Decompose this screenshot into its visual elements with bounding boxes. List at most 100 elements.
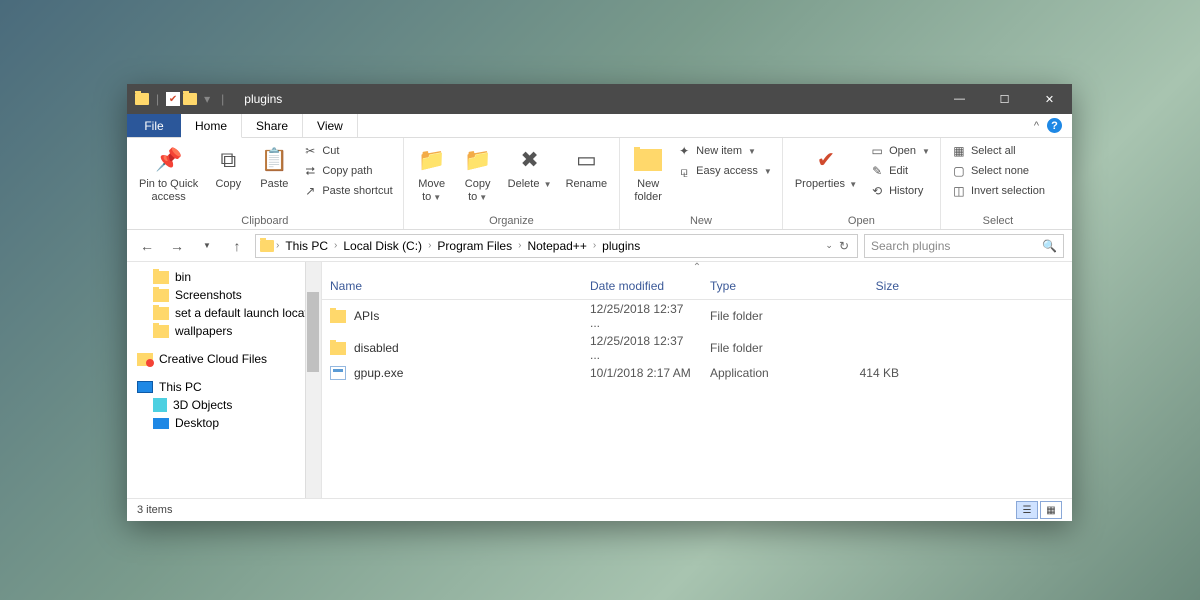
paste-button[interactable]: 📋Paste [254, 142, 294, 193]
column-header-size[interactable]: Size [817, 277, 907, 295]
newfolder-icon [632, 144, 664, 176]
rename-button[interactable]: ▭Rename [562, 142, 612, 193]
details-view-button[interactable]: ☰ [1016, 501, 1038, 519]
column-header-name[interactable]: Name [322, 277, 582, 295]
thumbnails-view-button[interactable]: ▦ [1040, 501, 1062, 519]
separator: | [221, 92, 224, 106]
breadcrumb[interactable]: This PC [281, 239, 332, 253]
statusbar: 3 items ☰ ▦ [127, 498, 1072, 521]
navigation-pane[interactable]: bin Screenshotsset a default launch locat… [127, 262, 322, 498]
tab-share[interactable]: Share [242, 114, 303, 137]
scrollbar-thumb[interactable] [307, 292, 319, 372]
search-input[interactable]: Search plugins 🔍 [864, 234, 1064, 258]
breadcrumb[interactable]: Program Files [433, 239, 516, 253]
move-to-button[interactable]: 📁Move to▼ [412, 142, 452, 205]
chevron-right-icon[interactable]: › [428, 240, 431, 251]
sidebar-item[interactable]: bin [127, 268, 321, 286]
chevron-right-icon[interactable]: › [334, 240, 337, 251]
recent-dropdown[interactable]: ▼ [195, 234, 219, 258]
address-dropdown[interactable]: ⌄ [825, 240, 833, 251]
folder-icon [183, 93, 197, 105]
sidebar-item[interactable]: This PC [127, 378, 321, 396]
folder-icon [135, 93, 149, 105]
folder-icon [330, 342, 346, 355]
delete-button[interactable]: ✖Delete ▼ [504, 142, 556, 193]
file-type: File folder [702, 307, 817, 325]
file-name: disabled [354, 341, 399, 355]
tab-view[interactable]: View [303, 114, 358, 137]
sidebar-item-label: 3D Objects [173, 398, 232, 412]
file-row[interactable]: APIs12/25/2018 12:37 ...File folder [322, 300, 1072, 332]
file-row[interactable]: gpup.exe10/1/2018 2:17 AMApplication414 … [322, 364, 1072, 382]
properties-icon[interactable]: ✔ [166, 92, 180, 106]
open-icon: ▭ [869, 143, 885, 159]
sidebar-item-label: wallpapers [175, 324, 232, 338]
cut-button[interactable]: ✂Cut [300, 142, 394, 160]
paste-shortcut-button[interactable]: ↗Paste shortcut [300, 182, 394, 200]
copy-to-button[interactable]: 📁Copy to▼ [458, 142, 498, 205]
file-list[interactable]: ⌃ Name Date modified Type Size APIs12/25… [322, 262, 1072, 498]
shortcut-icon: ↗ [302, 183, 318, 199]
address-bar[interactable]: › This PC› Local Disk (C:)› Program File… [255, 234, 858, 258]
select-none-button[interactable]: ▢Select none [949, 162, 1047, 180]
history-button[interactable]: ⟲History [867, 182, 932, 200]
titlebar[interactable]: | ✔ ▾ | plugins — ☐ ✕ [127, 84, 1072, 114]
forward-button[interactable]: → [165, 234, 189, 258]
cc-icon [137, 353, 153, 366]
sidebar-item[interactable]: Screenshots [127, 286, 321, 304]
sidebar-item[interactable]: wallpapers [127, 322, 321, 340]
breadcrumb[interactable]: Local Disk (C:) [339, 239, 426, 253]
new-item-button[interactable]: ✦New item▼ [674, 142, 774, 160]
sidebar-item[interactable]: 3D Objects [127, 396, 321, 414]
chevron-right-icon[interactable]: › [593, 240, 596, 251]
copy-button[interactable]: ⧉Copy [208, 142, 248, 193]
sidebar-item[interactable]: Creative Cloud Files [127, 350, 321, 368]
breadcrumb[interactable]: plugins [598, 239, 644, 253]
separator: | [156, 92, 159, 106]
help-icon[interactable]: ? [1047, 118, 1062, 133]
column-header-type[interactable]: Type [702, 277, 817, 295]
sidebar-item-label: bin [175, 270, 191, 284]
new-folder-button[interactable]: New folder [628, 142, 668, 205]
collapse-ribbon-icon[interactable]: ^ [1034, 120, 1039, 132]
ribbon-group-new: New folder ✦New item▼ ⚼Easy access▼ New [620, 138, 783, 229]
easy-access-button[interactable]: ⚼Easy access▼ [674, 162, 774, 180]
sidebar-item[interactable]: set a default launch location [127, 304, 321, 322]
paste-icon: 📋 [258, 144, 290, 176]
refresh-button[interactable]: ↻ [839, 239, 849, 253]
invert-selection-button[interactable]: ◫Invert selection [949, 182, 1047, 200]
navbar: ← → ▼ ↑ › This PC› Local Disk (C:)› Prog… [127, 230, 1072, 262]
easyaccess-icon: ⚼ [676, 163, 692, 179]
select-all-button[interactable]: ▦Select all [949, 142, 1047, 160]
column-headers: Name Date modified Type Size [322, 273, 1072, 300]
cut-icon: ✂ [302, 143, 318, 159]
selectnone-icon: ▢ [951, 163, 967, 179]
newitem-icon: ✦ [676, 143, 692, 159]
file-type: Application [702, 364, 817, 382]
scrollbar[interactable] [305, 262, 321, 498]
chevron-right-icon[interactable]: › [276, 240, 279, 251]
maximize-button[interactable]: ☐ [982, 84, 1027, 114]
sidebar-item[interactable]: Desktop [127, 414, 321, 432]
open-button[interactable]: ▭Open▼ [867, 142, 932, 160]
breadcrumb[interactable]: Notepad++ [523, 239, 590, 253]
folder-icon [153, 325, 169, 338]
column-resize-indicator[interactable]: ⌃ [322, 262, 1072, 273]
close-button[interactable]: ✕ [1027, 84, 1072, 114]
edit-button[interactable]: ✎Edit [867, 162, 932, 180]
pin-to-quick-access-button[interactable]: 📌Pin to Quick access [135, 142, 202, 205]
search-icon: 🔍 [1042, 239, 1057, 253]
up-button[interactable]: ↑ [225, 234, 249, 258]
tab-file[interactable]: File [127, 114, 181, 137]
chevron-right-icon[interactable]: › [518, 240, 521, 251]
qat-dropdown[interactable]: ▾ [204, 92, 210, 106]
back-button[interactable]: ← [135, 234, 159, 258]
copy-icon: ⧉ [212, 144, 244, 176]
copy-path-button[interactable]: ⮂Copy path [300, 162, 394, 180]
properties-button[interactable]: ✔Properties ▼ [791, 142, 861, 193]
pc-icon [137, 381, 153, 393]
file-row[interactable]: disabled12/25/2018 12:37 ...File folder [322, 332, 1072, 364]
column-header-date[interactable]: Date modified [582, 277, 702, 295]
minimize-button[interactable]: — [937, 84, 982, 114]
tab-home[interactable]: Home [181, 114, 242, 138]
